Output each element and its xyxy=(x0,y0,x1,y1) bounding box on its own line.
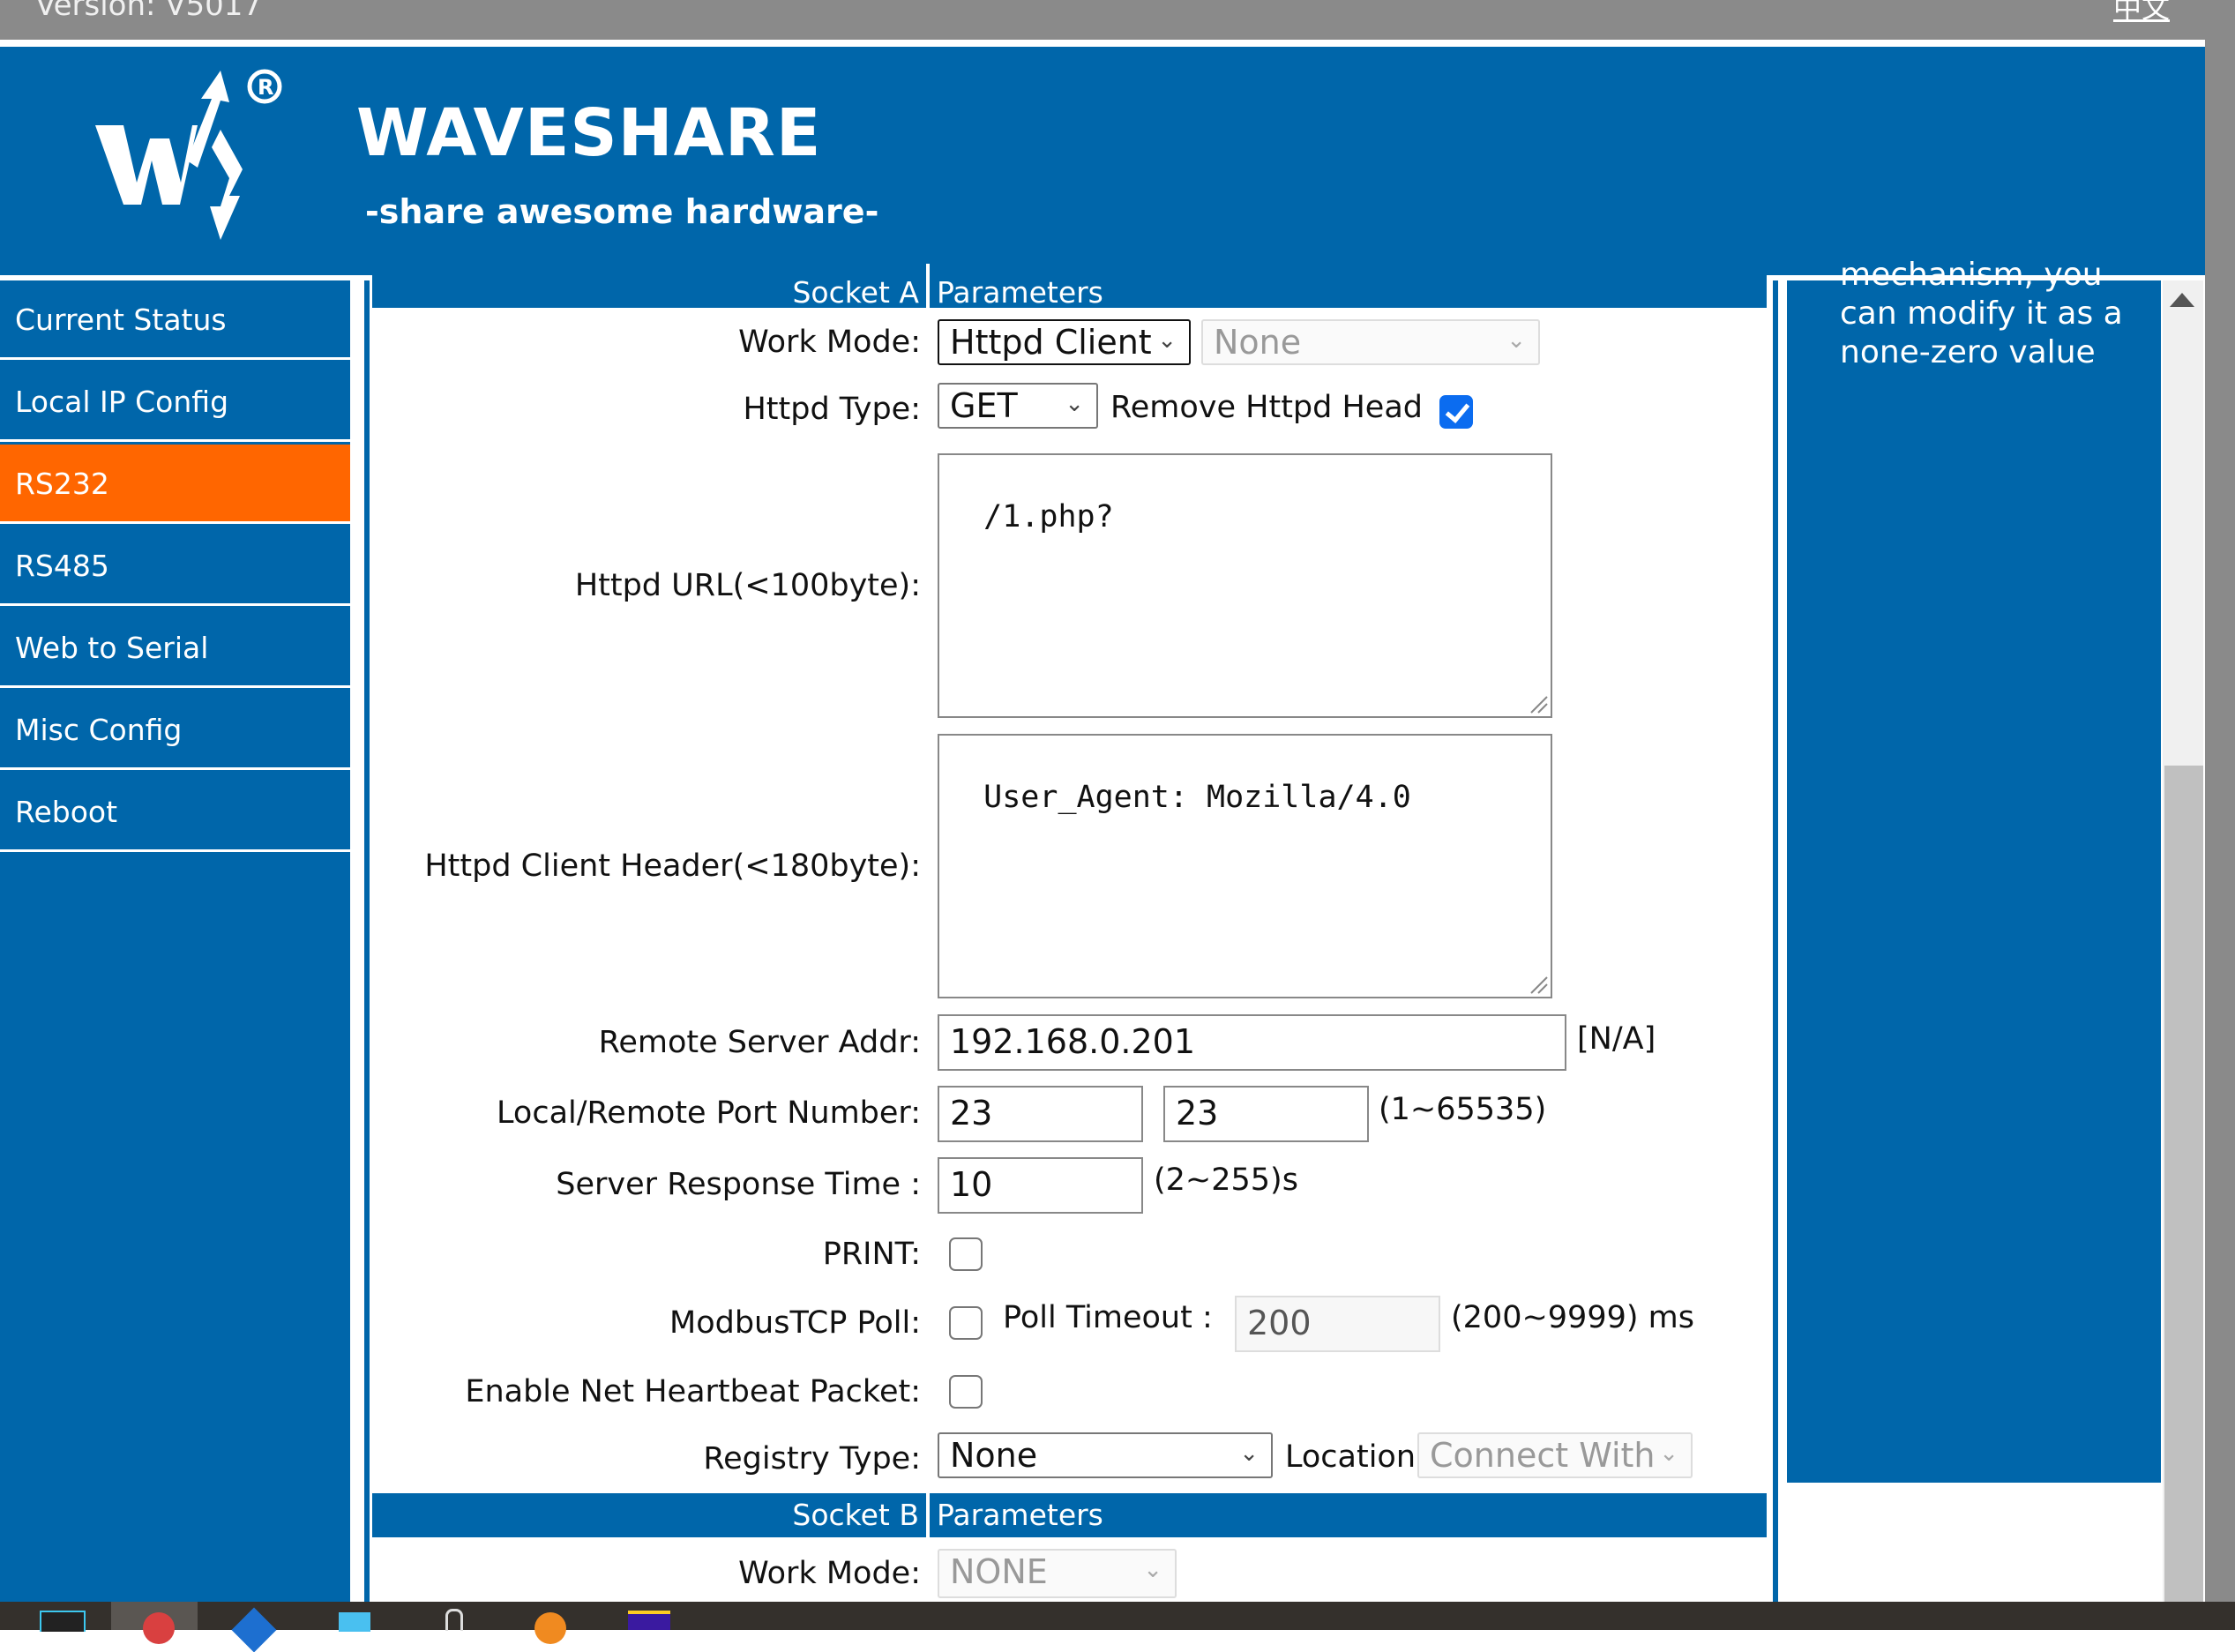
registry-type-select[interactable]: None ⌄ xyxy=(938,1432,1273,1478)
heartbeat-checkbox[interactable] xyxy=(949,1375,983,1409)
help-panel: mechanism, you can modify it as a none-z… xyxy=(1787,257,2161,1483)
chevron-down-icon: ⌄ xyxy=(1157,327,1177,354)
header-separator xyxy=(926,264,930,308)
socket-a-header-left: Socket A xyxy=(792,275,919,310)
content-border-right xyxy=(1773,280,1778,1603)
socket-b-header-left: Socket B xyxy=(792,1498,919,1532)
scroll-up-arrow-icon[interactable] xyxy=(2170,293,2194,307)
brand-title: WAVESHARE xyxy=(356,95,822,171)
work-mode-value: Httpd Client xyxy=(950,323,1152,362)
poll-timeout-hint: (200~9999) ms xyxy=(1451,1300,1694,1335)
socket-b-work-mode-label: Work Mode: xyxy=(738,1556,921,1591)
client-header-value: User_Agent: Mozilla/4.0 xyxy=(983,780,1411,815)
remote-server-addr-input[interactable]: 192.168.0.201 xyxy=(938,1014,1566,1071)
sidebar-item-rs232[interactable]: RS232 xyxy=(0,445,350,524)
location-select[interactable]: Connect With ⌄ xyxy=(1417,1432,1693,1478)
content-border-left xyxy=(364,280,370,1603)
taskbar-browser-icon[interactable] xyxy=(143,1612,175,1644)
socket-b-work-mode-value: NONE xyxy=(950,1552,1048,1591)
chevron-down-icon: ⌄ xyxy=(1065,391,1084,417)
socket-a-header: Socket A Parameters xyxy=(372,264,1767,310)
sidebar-item-reboot[interactable]: Reboot xyxy=(0,773,350,852)
httpd-url-textarea[interactable]: /1.php? xyxy=(938,453,1552,718)
location-value: Connect With xyxy=(1430,1436,1656,1475)
heartbeat-label: Enable Net Heartbeat Packet: xyxy=(465,1374,921,1409)
httpd-type-label: Httpd Type: xyxy=(743,392,921,427)
httpd-url-value: /1.php? xyxy=(983,499,1114,534)
chevron-down-icon: ⌄ xyxy=(1239,1440,1259,1467)
socket-b-work-mode-select[interactable]: NONE ⌄ xyxy=(938,1549,1177,1598)
work-mode-select[interactable]: Httpd Client ⌄ xyxy=(938,319,1191,365)
location-label: Location xyxy=(1285,1439,1416,1475)
port-number-label: Local/Remote Port Number: xyxy=(497,1095,921,1131)
response-time-hint: (2~255)s xyxy=(1154,1162,1298,1198)
scrollbar-thumb[interactable] xyxy=(2164,766,2203,1603)
httpd-url-label: Httpd URL(<100byte): xyxy=(574,568,921,603)
header-separator xyxy=(926,1493,930,1537)
taskbar-app-icon[interactable] xyxy=(445,1609,463,1631)
socket-b-header-right: Parameters xyxy=(937,1498,1103,1532)
print-label: PRINT: xyxy=(822,1237,921,1272)
socket-a-header-right: Parameters xyxy=(937,275,1103,310)
work-mode-secondary-value: None xyxy=(1214,323,1302,362)
taskbar-app-icon[interactable] xyxy=(534,1612,566,1644)
sidebar-item-web-to-serial[interactable]: Web to Serial xyxy=(0,609,350,688)
port-range-hint: (1~65535) xyxy=(1379,1092,1547,1127)
chevron-down-icon: ⌄ xyxy=(1659,1440,1678,1467)
brand-slogan: -share awesome hardware- xyxy=(365,192,879,231)
top-bar: Version: V5017 中文 xyxy=(0,0,2205,40)
version-label: Version: V5017 xyxy=(35,0,263,23)
poll-timeout-input[interactable]: 200 xyxy=(1235,1296,1440,1352)
taskbar xyxy=(0,1602,2235,1652)
sidebar-item-misc-config[interactable]: Misc Config xyxy=(0,691,350,770)
work-mode-secondary-select[interactable]: None ⌄ xyxy=(1201,319,1540,365)
remove-httpd-head-label: Remove Httpd Head xyxy=(1110,390,1423,425)
poll-timeout-label: Poll Timeout : xyxy=(1003,1300,1213,1335)
waveshare-logo-icon: R xyxy=(95,69,282,240)
sidebar-item-rs485[interactable]: RS485 xyxy=(0,527,350,606)
remote-server-addr-label: Remote Server Addr: xyxy=(598,1025,921,1060)
response-time-label: Server Response Time : xyxy=(556,1167,921,1202)
print-checkbox[interactable] xyxy=(949,1237,983,1271)
work-mode-label: Work Mode: xyxy=(738,325,921,360)
chevron-down-icon: ⌄ xyxy=(1143,1557,1162,1583)
modbus-poll-checkbox[interactable] xyxy=(949,1306,983,1340)
remote-server-addr-hint: [N/A] xyxy=(1577,1021,1656,1057)
sidebar: Current Status Local IP Config RS232 RS4… xyxy=(0,280,350,1603)
help-text: mechanism, you can modify it as a none-z… xyxy=(1840,257,2123,370)
registry-type-label: Registry Type: xyxy=(703,1441,921,1476)
socket-b-header: Socket B Parameters xyxy=(372,1493,1767,1537)
registry-type-value: None xyxy=(950,1436,1038,1475)
sidebar-item-local-ip-config[interactable]: Local IP Config xyxy=(0,363,350,442)
site-header xyxy=(0,47,2205,275)
remote-port-input[interactable]: 23 xyxy=(1163,1086,1369,1142)
httpd-type-select[interactable]: GET ⌄ xyxy=(938,383,1098,429)
local-port-input[interactable]: 23 xyxy=(938,1086,1143,1142)
client-header-label: Httpd Client Header(<180byte): xyxy=(424,848,921,884)
httpd-type-value: GET xyxy=(950,386,1018,425)
resize-grip-icon[interactable] xyxy=(1526,972,1549,995)
client-header-textarea[interactable]: User_Agent: Mozilla/4.0 xyxy=(938,734,1552,998)
window-edge xyxy=(2205,0,2235,1603)
remove-httpd-head-checkbox[interactable] xyxy=(1439,395,1473,429)
taskbar-app-icon[interactable] xyxy=(339,1612,370,1632)
response-time-input[interactable]: 10 xyxy=(938,1157,1143,1214)
sidebar-item-current-status[interactable]: Current Status xyxy=(0,280,350,360)
taskbar-app-icon[interactable] xyxy=(628,1611,670,1630)
svg-text:R: R xyxy=(258,75,273,100)
modbus-poll-label: ModbusTCP Poll: xyxy=(669,1305,921,1341)
resize-grip-icon[interactable] xyxy=(1526,691,1549,714)
chevron-down-icon: ⌄ xyxy=(1506,327,1526,354)
taskbar-app-icon[interactable] xyxy=(40,1611,86,1632)
language-link[interactable]: 中文 xyxy=(2113,0,2170,26)
